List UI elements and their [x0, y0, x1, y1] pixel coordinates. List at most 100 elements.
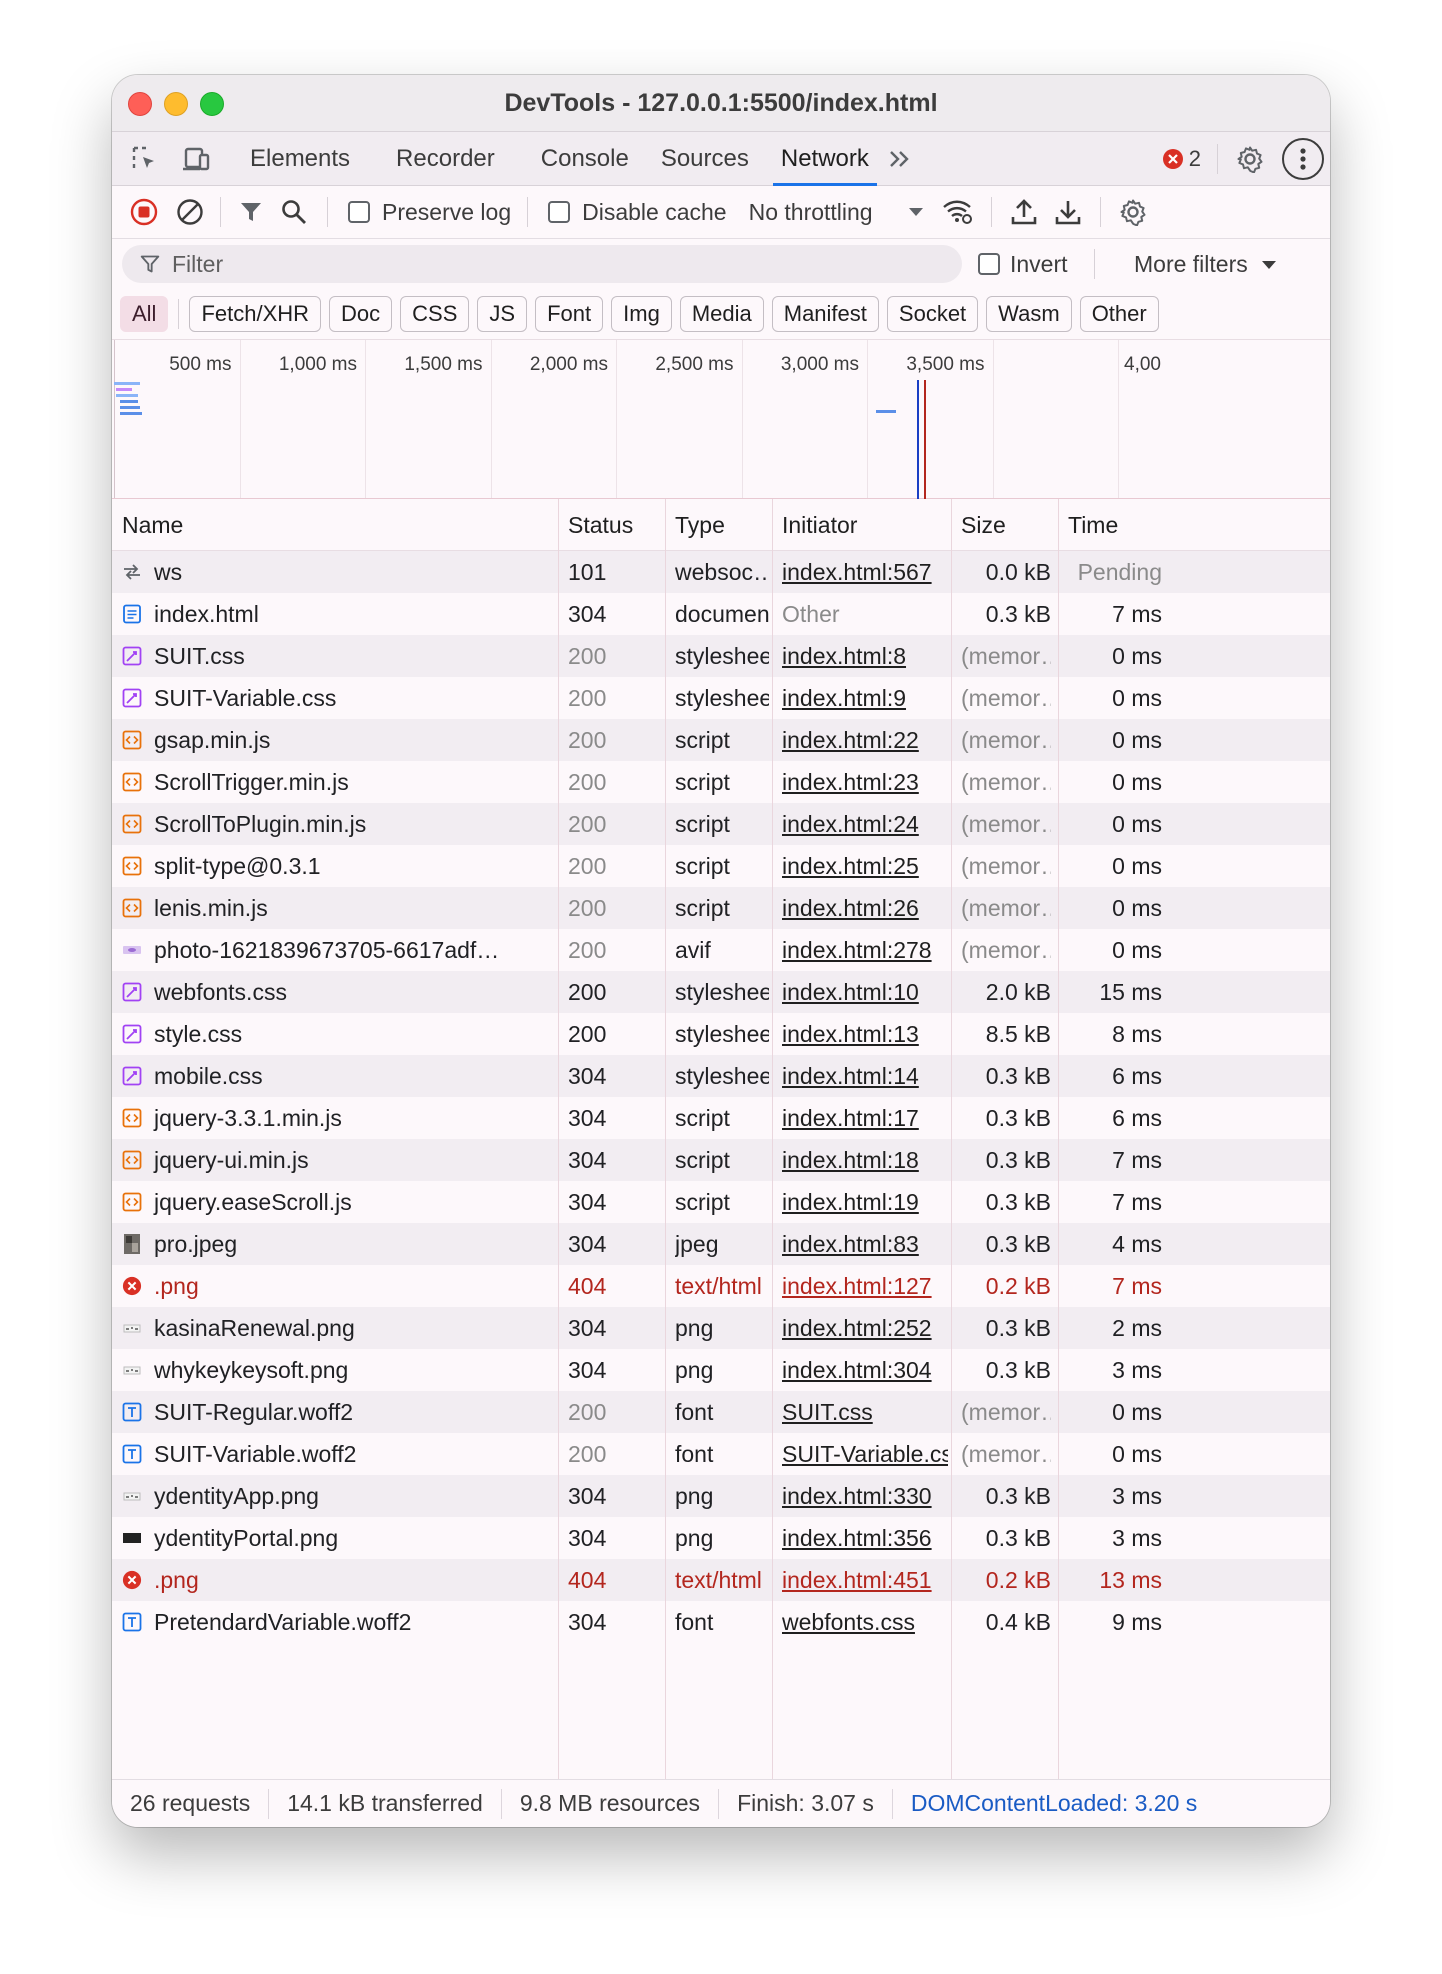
- type-filter-css[interactable]: CSS: [400, 296, 470, 332]
- table-row[interactable]: ScrollToPlugin.min.js 200 script index.html…: [112, 803, 1330, 845]
- filter-input[interactable]: Filter: [122, 245, 962, 283]
- tab-elements[interactable]: Elements: [234, 132, 366, 186]
- table-row[interactable]: index.html 304 document Other 0.3 kB 7 ms: [112, 593, 1330, 635]
- type-filter-doc[interactable]: Doc: [329, 296, 393, 332]
- table-row[interactable]: jquery-ui.min.js 304 script index.html:18 0.…: [112, 1139, 1330, 1181]
- table-row[interactable]: style.css 200 stylesheet index.html:13 8.5 k…: [112, 1013, 1330, 1055]
- table-row[interactable]: .png 404 text/html index.html:127 0.2 kB 7 ms: [112, 1265, 1330, 1307]
- table-row[interactable]: lenis.min.js 200 script index.html:26 (memor…: [112, 887, 1330, 929]
- minimize-window-button[interactable]: [164, 92, 188, 116]
- initiator-link[interactable]: index.html:330: [782, 1483, 932, 1510]
- table-row[interactable]: SUIT-Variable.woff2 200 font SUIT-Variable.…: [112, 1433, 1330, 1475]
- type-filter-wasm[interactable]: Wasm: [986, 296, 1072, 332]
- col-header-time[interactable]: Time: [1058, 499, 1118, 551]
- cell-name: SUIT-Variable.woff2: [122, 1433, 552, 1475]
- initiator-link[interactable]: index.html:9: [782, 685, 906, 712]
- throttling-select[interactable]: No throttling: [749, 199, 923, 226]
- initiator-link[interactable]: index.html:23: [782, 769, 919, 796]
- initiator-link[interactable]: index.html:14: [782, 1063, 919, 1090]
- col-header-initiator[interactable]: Initiator: [772, 499, 857, 551]
- device-toolbar-icon[interactable]: [172, 132, 220, 186]
- type-filter-other[interactable]: Other: [1079, 296, 1159, 332]
- initiator-link[interactable]: index.html:278: [782, 937, 932, 964]
- type-filter-manifest[interactable]: Manifest: [771, 296, 879, 332]
- col-header-name[interactable]: Name: [112, 499, 183, 551]
- type-filter-all[interactable]: All: [120, 296, 169, 332]
- type-filter-font[interactable]: Font: [535, 296, 604, 332]
- network-settings-gear-icon[interactable]: [1111, 198, 1155, 226]
- initiator-link[interactable]: index.html:356: [782, 1525, 932, 1552]
- initiator-link[interactable]: index.html:13: [782, 1021, 919, 1048]
- close-window-button[interactable]: [128, 92, 152, 116]
- initiator-link[interactable]: index.html:8: [782, 643, 906, 670]
- initiator-link[interactable]: SUIT-Variable.css: [782, 1441, 948, 1468]
- col-header-size[interactable]: Size: [951, 499, 1006, 551]
- table-row[interactable]: PretendardVariable.woff2 304 font webfonts.…: [112, 1601, 1330, 1643]
- initiator-link[interactable]: index.html:17: [782, 1105, 919, 1132]
- tab-network[interactable]: Network: [765, 132, 885, 186]
- type-filter-socket[interactable]: Socket: [886, 296, 979, 332]
- table-row[interactable]: jquery.easeScroll.js 304 script index.html:…: [112, 1181, 1330, 1223]
- initiator-link[interactable]: index.html:127: [782, 1273, 932, 1300]
- initiator-link[interactable]: index.html:252: [782, 1315, 932, 1342]
- disable-cache-checkbox[interactable]: [548, 201, 571, 223]
- invert-checkbox[interactable]: [978, 253, 1000, 275]
- error-counter[interactable]: 2: [1162, 132, 1201, 186]
- filter-funnel-icon[interactable]: [231, 200, 271, 224]
- col-header-type[interactable]: Type: [665, 499, 725, 551]
- table-row[interactable]: mobile.css 304 stylesheet index.html:14 0.3 …: [112, 1055, 1330, 1097]
- tab-console[interactable]: Console: [525, 132, 645, 186]
- export-har-download-icon[interactable]: [1046, 199, 1090, 225]
- table-row[interactable]: ws 101 websoc… index.html:567 0.0 kB Pending: [112, 551, 1330, 593]
- initiator-link[interactable]: index.html:24: [782, 811, 919, 838]
- table-row[interactable]: SUIT-Variable.css 200 stylesheet index.html…: [112, 677, 1330, 719]
- table-row[interactable]: ydentityPortal.png 304 png index.html:356 0.…: [112, 1517, 1330, 1559]
- table-row[interactable]: whykeykeysoft.png 304 png index.html:304 0.3…: [112, 1349, 1330, 1391]
- clear-log-icon[interactable]: [170, 198, 210, 226]
- more-filters-dropdown[interactable]: More filters: [1134, 251, 1276, 278]
- table-row[interactable]: kasinaRenewal.png 304 png index.html:252 0.3…: [112, 1307, 1330, 1349]
- table-row[interactable]: photo-1621839673705-6617adf… 200 avif index…: [112, 929, 1330, 971]
- zoom-window-button[interactable]: [200, 92, 224, 116]
- table-row[interactable]: pro.jpeg 304 jpeg index.html:83 0.3 kB 4 ms: [112, 1223, 1330, 1265]
- more-options-kebab-icon[interactable]: [1282, 137, 1324, 180]
- type-filter-js[interactable]: JS: [477, 296, 528, 332]
- table-row[interactable]: jquery-3.3.1.min.js 304 script index.html:1…: [112, 1097, 1330, 1139]
- tab-sources[interactable]: Sources: [645, 132, 765, 186]
- table-row[interactable]: split-type@0.3.1 200 script index.html:25 (m…: [112, 845, 1330, 887]
- stop-recording-icon[interactable]: [118, 198, 170, 226]
- initiator-link[interactable]: index.html:451: [782, 1567, 932, 1594]
- type-filter-fetch-xhr[interactable]: Fetch/XHR: [189, 296, 322, 332]
- settings-gear-icon[interactable]: [1230, 132, 1270, 186]
- initiator-link[interactable]: index.html:18: [782, 1147, 919, 1174]
- type-filter-img[interactable]: Img: [611, 296, 672, 332]
- initiator-link[interactable]: index.html:22: [782, 727, 919, 754]
- initiator-link[interactable]: index.html:83: [782, 1231, 919, 1258]
- table-row[interactable]: ydentityApp.png 304 png index.html:330 0.3 k…: [112, 1475, 1330, 1517]
- table-row[interactable]: webfonts.css 200 stylesheet index.html:10 2.…: [112, 971, 1330, 1013]
- network-conditions-wifi-icon[interactable]: [935, 199, 981, 225]
- cell-time: Pending: [1077, 558, 1162, 585]
- initiator-link[interactable]: index.html:19: [782, 1189, 919, 1216]
- initiator-link[interactable]: index.html:26: [782, 895, 919, 922]
- inspect-element-icon[interactable]: [118, 132, 172, 186]
- table-row[interactable]: .png 404 text/html index.html:451 0.2 kB 13 m…: [112, 1559, 1330, 1601]
- preserve-log-checkbox[interactable]: [348, 201, 370, 223]
- more-tabs-chevron-icon[interactable]: [885, 132, 915, 186]
- initiator-link[interactable]: webfonts.css: [782, 1609, 915, 1636]
- type-filter-media[interactable]: Media: [679, 296, 764, 332]
- table-row[interactable]: SUIT-Regular.woff2 200 font SUIT.css (memor……: [112, 1391, 1330, 1433]
- initiator-link[interactable]: index.html:10: [782, 979, 919, 1006]
- table-row[interactable]: gsap.min.js 200 script index.html:22 (memor……: [112, 719, 1330, 761]
- initiator-link[interactable]: index.html:567: [782, 559, 932, 586]
- col-header-status[interactable]: Status: [558, 499, 633, 551]
- initiator-link[interactable]: SUIT.css: [782, 1399, 873, 1426]
- initiator-link[interactable]: index.html:25: [782, 853, 919, 880]
- table-row[interactable]: ScrollTrigger.min.js 200 script index.html:…: [112, 761, 1330, 803]
- import-har-upload-icon[interactable]: [1002, 199, 1046, 225]
- timeline-overview[interactable]: 500 ms 1,000 ms 1,500 ms 2,000 ms 2,500 ms 3,…: [112, 339, 1330, 500]
- table-row[interactable]: SUIT.css 200 stylesheet index.html:8 (memor……: [112, 635, 1330, 677]
- initiator-link[interactable]: index.html:304: [782, 1357, 932, 1384]
- search-icon[interactable]: [271, 199, 317, 225]
- tab-recorder[interactable]: Recorder: [380, 132, 511, 186]
